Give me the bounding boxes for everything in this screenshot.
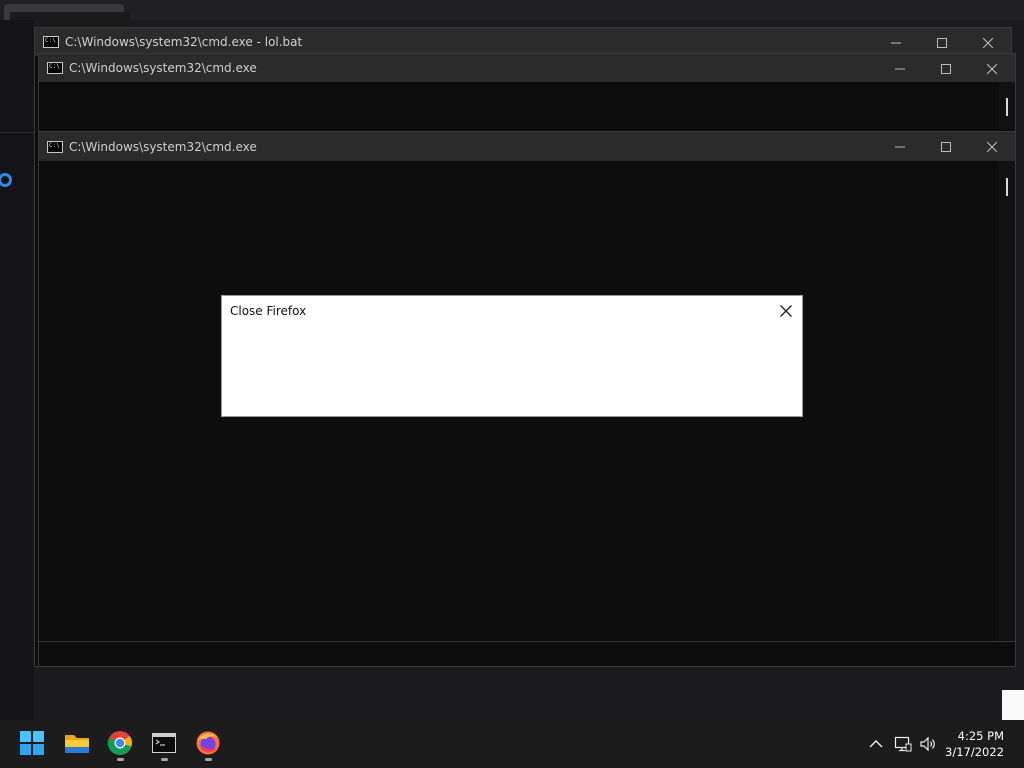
firefox-icon <box>196 731 220 755</box>
command-prompt-button[interactable] <box>151 728 179 761</box>
background-window-fragment <box>1002 690 1024 720</box>
scroll-thumb[interactable] <box>1006 98 1008 116</box>
background-divider <box>0 132 34 133</box>
close-firefox-dialog[interactable]: Close Firefox <box>221 295 803 417</box>
volume-icon[interactable] <box>918 734 938 754</box>
clock-time: 4:25 PM <box>957 729 1004 743</box>
maximize-button[interactable] <box>923 54 969 83</box>
cmd-icon: C:\ <box>47 62 63 74</box>
clock[interactable]: 4:25 PM 3/17/2022 <box>945 728 1004 760</box>
window-title: C:\Windows\system32\cmd.exe - lol.bat <box>65 35 303 49</box>
titlebar[interactable]: C:\ C:\Windows\system32\cmd.exe <box>39 132 1015 161</box>
windows-logo-icon <box>20 731 44 755</box>
titlebar[interactable]: C:\ C:\Windows\system32\cmd.exe - lol.ba… <box>35 28 1011 56</box>
close-button[interactable] <box>969 132 1015 161</box>
chrome-button[interactable] <box>107 728 135 761</box>
start-button[interactable] <box>19 728 47 758</box>
minimize-button[interactable] <box>877 132 923 161</box>
running-indicator <box>161 758 168 761</box>
scrollbar[interactable] <box>999 161 1015 641</box>
titlebar[interactable]: C:\ C:\Windows\system32\cmd.exe <box>39 54 1015 82</box>
window-title: C:\Windows\system32\cmd.exe <box>69 139 257 154</box>
clock-date: 3/17/2022 <box>945 745 1004 759</box>
maximize-button[interactable] <box>923 132 969 161</box>
folder-icon <box>65 735 89 753</box>
minimize-button[interactable] <box>877 54 923 83</box>
close-icon <box>780 305 792 317</box>
background-window-edge <box>0 20 34 720</box>
scroll-thumb[interactable] <box>1006 178 1008 196</box>
chevron-up-icon[interactable] <box>866 734 886 754</box>
window-title: C:\Windows\system32\cmd.exe <box>69 61 257 75</box>
file-explorer-button[interactable] <box>63 728 91 758</box>
taskbar: 4:25 PM 3/17/2022 <box>0 720 1024 768</box>
network-icon[interactable] <box>893 734 913 754</box>
cmd-icon: C:\ <box>47 140 63 153</box>
close-button[interactable] <box>969 54 1015 83</box>
scrollbar[interactable] <box>999 82 1015 130</box>
running-indicator <box>205 758 212 761</box>
cmd-icon: C:\ <box>43 36 59 48</box>
dialog-close-button[interactable] <box>778 303 794 319</box>
dialog-title: Close Firefox <box>230 304 307 318</box>
background-window-top <box>0 0 1024 20</box>
firefox-button[interactable] <box>195 728 223 761</box>
terminal-icon <box>152 733 176 753</box>
chrome-icon <box>107 731 132 755</box>
running-indicator <box>117 758 124 761</box>
